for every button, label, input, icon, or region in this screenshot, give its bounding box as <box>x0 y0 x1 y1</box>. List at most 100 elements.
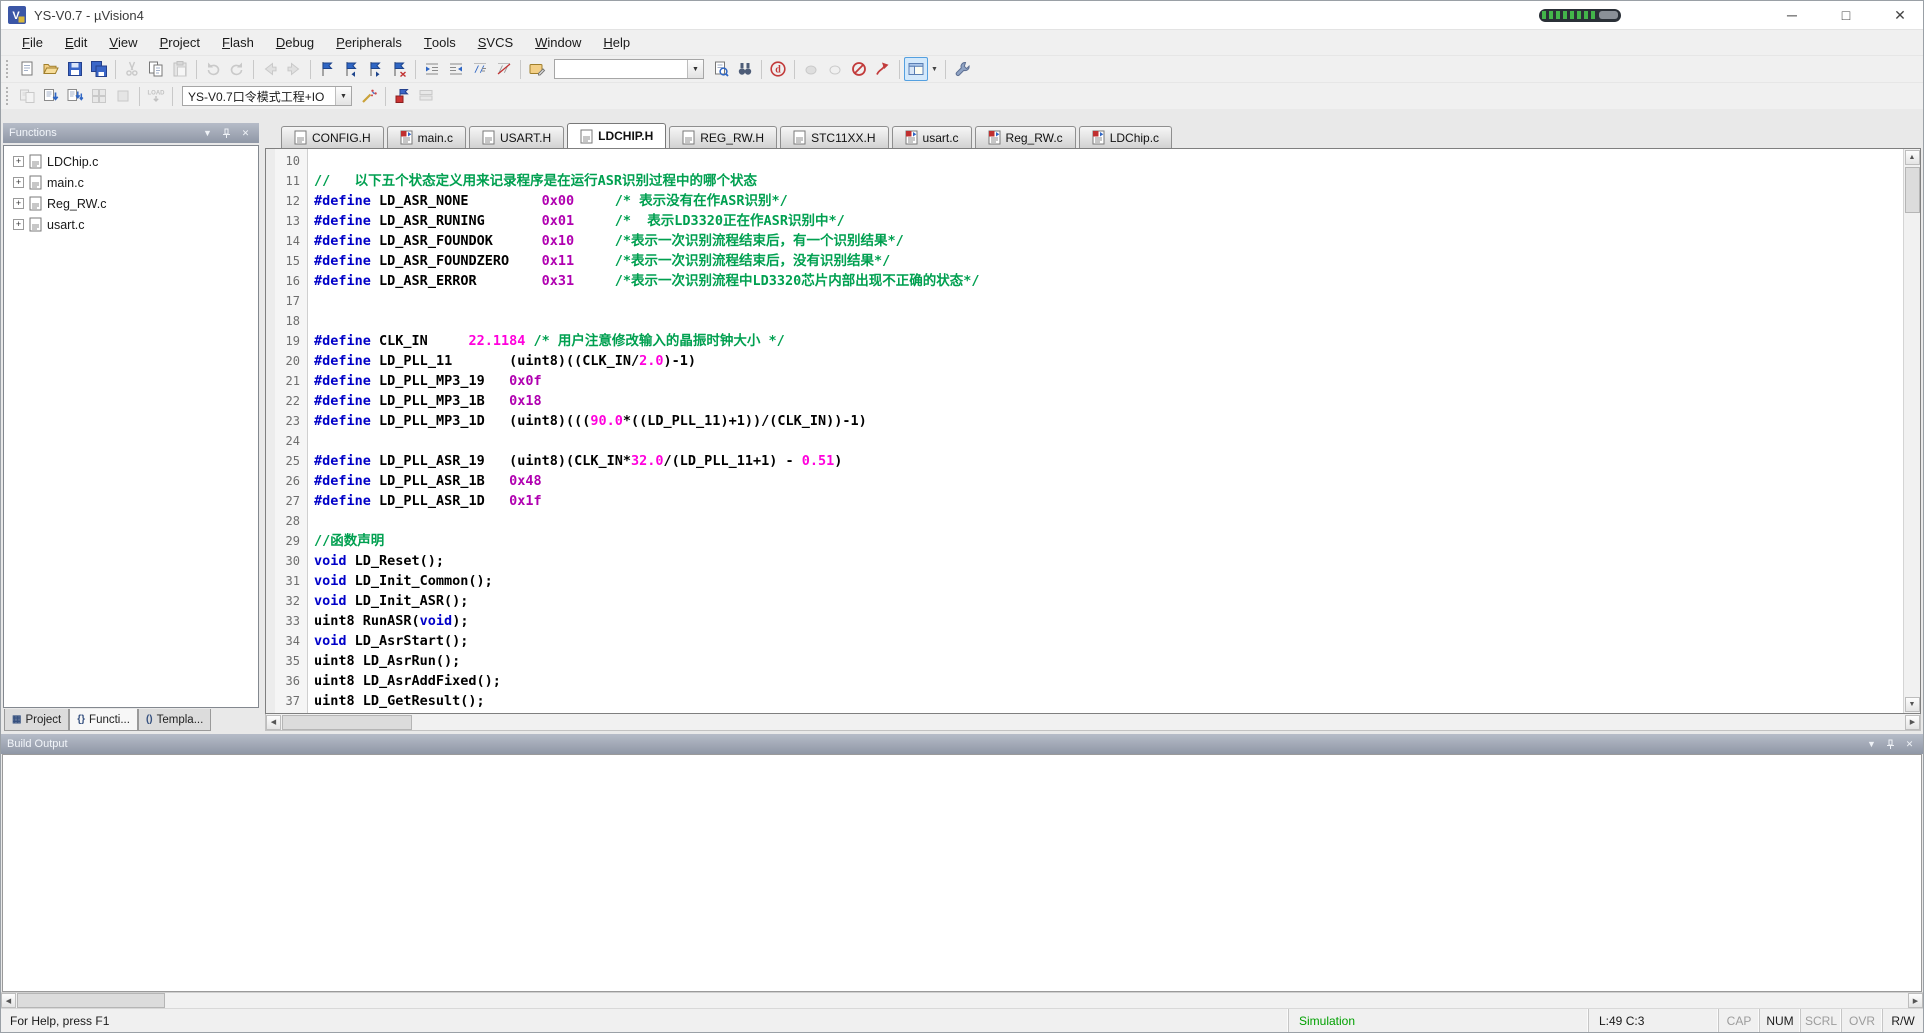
tab-stc11xx.h[interactable]: STC11XX.H <box>780 126 889 148</box>
comment-selection-icon[interactable]: // <box>468 57 492 81</box>
configure-folder-icon[interactable] <box>525 57 549 81</box>
menu-debug[interactable]: Debug <box>265 30 325 55</box>
batch-build-icon[interactable] <box>87 84 111 108</box>
workspace-tab-templa[interactable]: () Templa... <box>137 709 212 731</box>
vertical-scroll-thumb[interactable] <box>1904 167 1920 213</box>
insert-breakpoint-icon[interactable] <box>799 57 823 81</box>
new-file-icon[interactable] <box>15 57 39 81</box>
workspace-tab-project[interactable]: ▦ Project <box>4 709 70 731</box>
indent-left-icon[interactable] <box>444 57 468 81</box>
navigate-forward-icon[interactable] <box>282 57 306 81</box>
tab-ldchip.c[interactable]: LDChip.c <box>1078 126 1173 148</box>
tree-expander-icon[interactable]: + <box>13 219 24 230</box>
horizontal-scroll-thumb[interactable] <box>17 993 165 1008</box>
tree-item-ldchip-c[interactable]: + LDChip.c <box>4 151 258 172</box>
scroll-right-icon[interactable]: ▶ <box>1908 993 1923 1008</box>
scroll-right-icon[interactable]: ▶ <box>1905 714 1920 730</box>
minimize-button[interactable]: ─ <box>1769 1 1815 29</box>
configure-wrench-icon[interactable] <box>950 57 974 81</box>
menu-tools[interactable]: Tools <box>413 30 467 55</box>
save-icon[interactable] <box>63 57 87 81</box>
tree-item-usart-c[interactable]: + usart.c <box>4 214 258 235</box>
panel-pin-icon[interactable] <box>1883 737 1898 752</box>
tab-config.h[interactable]: CONFIG.H <box>281 126 384 148</box>
tab-ldchip.h[interactable]: LDCHIP.H <box>567 123 667 148</box>
menu-file[interactable]: File <box>11 30 54 55</box>
scroll-left-icon[interactable]: ◀ <box>266 714 281 730</box>
scroll-left-icon[interactable]: ◀ <box>1 993 16 1008</box>
translate-icon[interactable] <box>15 84 39 108</box>
download-icon[interactable]: LOAD <box>144 84 168 108</box>
target-combobox[interactable]: YS-V0.7口令模式工程+IO ▼ <box>182 86 352 106</box>
tree-item-main-c[interactable]: + main.c <box>4 172 258 193</box>
combo-dropdown-icon[interactable]: ▼ <box>687 60 703 78</box>
menu-flash[interactable]: Flash <box>211 30 265 55</box>
tab-reg_rw.h[interactable]: REG_RW.H <box>669 126 778 148</box>
tree-expander-icon[interactable]: + <box>13 198 24 209</box>
rebuild-icon[interactable] <box>63 84 87 108</box>
disable-breakpoint-icon[interactable] <box>823 57 847 81</box>
combo-dropdown-icon[interactable]: ▼ <box>335 87 351 105</box>
redo-icon[interactable] <box>225 57 249 81</box>
manage-components-icon[interactable] <box>414 84 438 108</box>
toolbar-drag-handle[interactable] <box>6 87 11 105</box>
panel-close-icon[interactable]: ✕ <box>1902 737 1917 752</box>
scroll-up-icon[interactable]: ▲ <box>1904 150 1920 165</box>
bookmark-next-icon[interactable] <box>363 57 387 81</box>
panel-pin-icon[interactable] <box>219 126 234 141</box>
menu-window[interactable]: Window <box>524 30 592 55</box>
menu-help[interactable]: Help <box>592 30 641 55</box>
close-button[interactable]: ✕ <box>1877 1 1923 29</box>
tab-reg_rw.c[interactable]: Reg_RW.c <box>974 126 1076 148</box>
build-output-content[interactable] <box>2 754 1922 992</box>
open-file-icon[interactable] <box>39 57 63 81</box>
panel-close-icon[interactable]: ✕ <box>238 126 253 141</box>
enable-breakpoints-icon[interactable] <box>871 57 895 81</box>
menu-project[interactable]: Project <box>149 30 211 55</box>
window-layout-icon[interactable] <box>904 57 928 81</box>
horizontal-scroll-thumb[interactable] <box>282 714 412 730</box>
copy-icon[interactable] <box>144 57 168 81</box>
build-output-scrollbar[interactable]: ◀ ▶ <box>1 992 1923 1008</box>
debug-session-icon[interactable]: d <box>766 57 790 81</box>
build-icon[interactable] <box>39 84 63 108</box>
save-all-icon[interactable] <box>87 57 111 81</box>
bookmark-toggle-icon[interactable] <box>315 57 339 81</box>
search-input[interactable] <box>555 61 687 77</box>
tree-expander-icon[interactable]: + <box>13 177 24 188</box>
panel-dropdown-icon[interactable]: ▼ <box>1864 737 1879 752</box>
functions-tree[interactable]: + LDChip.c + main.c + Reg_RW.c + usart.c <box>3 145 259 708</box>
find-in-files-icon[interactable] <box>709 57 733 81</box>
cut-icon[interactable] <box>120 57 144 81</box>
bookmark-prev-icon[interactable] <box>339 57 363 81</box>
dropdown-arrow-icon[interactable]: ▼ <box>928 57 941 81</box>
panel-dropdown-icon[interactable]: ▼ <box>200 126 215 141</box>
navigate-back-icon[interactable] <box>258 57 282 81</box>
menu-svcs[interactable]: S VCS <box>467 30 524 55</box>
tab-main.c[interactable]: main.c <box>386 126 467 148</box>
menu-edit[interactable]: Edit <box>54 30 98 55</box>
stop-build-icon[interactable] <box>111 84 135 108</box>
tree-expander-icon[interactable]: + <box>13 156 24 167</box>
tree-item-reg_rw-c[interactable]: + Reg_RW.c <box>4 193 258 214</box>
editor-vertical-scrollbar[interactable]: ▲ ▼ <box>1903 149 1920 713</box>
tab-usart.c[interactable]: usart.c <box>891 126 972 148</box>
file-extensions-icon[interactable] <box>390 84 414 108</box>
menu-peripherals[interactable]: Peripherals <box>325 30 413 55</box>
kill-breakpoints-icon[interactable] <box>847 57 871 81</box>
code-editor[interactable]: 10 11 // 以下五个状态定义用来记录程序是在运行ASR识别过程中的哪个状态 12… <box>266 149 1903 713</box>
paste-icon[interactable] <box>168 57 192 81</box>
undo-icon[interactable] <box>201 57 225 81</box>
workspace-tab-functi[interactable]: {} Functi... <box>69 709 138 731</box>
toolbar-drag-handle[interactable] <box>6 60 11 78</box>
indent-right-icon[interactable] <box>420 57 444 81</box>
tab-usart.h[interactable]: USART.H <box>469 126 565 148</box>
bookmark-clear-icon[interactable] <box>387 57 411 81</box>
editor-horizontal-scrollbar[interactable]: ◀ ▶ <box>265 714 1921 731</box>
maximize-button[interactable]: □ <box>1823 1 1869 29</box>
target-options-icon[interactable] <box>357 84 381 108</box>
uncomment-selection-icon[interactable]: // <box>492 57 516 81</box>
menu-view[interactable]: View <box>98 30 148 55</box>
scroll-down-icon[interactable]: ▼ <box>1904 697 1920 712</box>
find-icon[interactable] <box>733 57 757 81</box>
